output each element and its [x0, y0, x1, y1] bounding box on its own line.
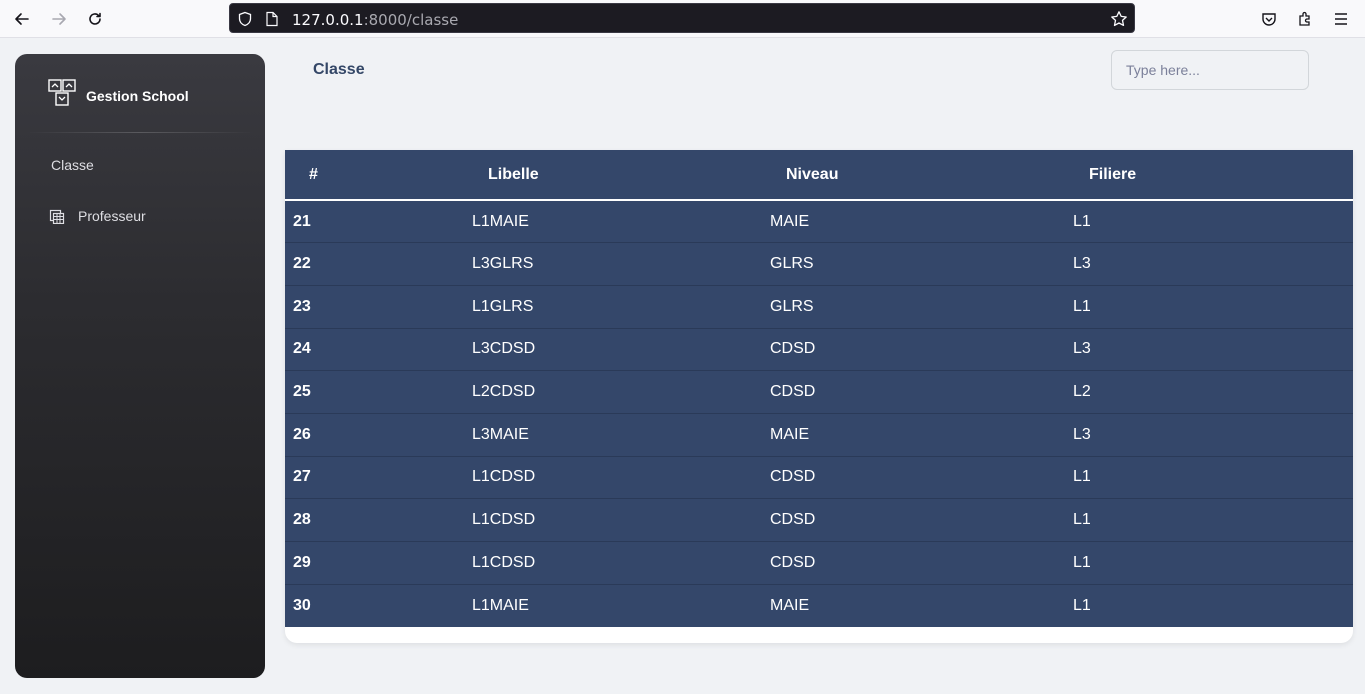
- page-icon: [263, 10, 281, 28]
- cell-niveau: CDSD: [770, 553, 816, 571]
- table-row: 29 L1CDSD CDSD L1: [285, 542, 1353, 585]
- brand[interactable]: Gestion School: [48, 79, 189, 112]
- column-header-niveau: Niveau: [786, 165, 839, 183]
- cell-id: 23: [293, 297, 311, 315]
- sidebar-divider: [25, 132, 255, 133]
- reload-icon[interactable]: [83, 7, 107, 31]
- sidebar-item-label: Professeur: [78, 208, 146, 224]
- table-card: # Libelle Niveau Filiere 21 L1MAIE MAIE L1 2…: [285, 150, 1353, 643]
- cell-id: 25: [293, 383, 311, 401]
- cell-libelle: L3MAIE: [472, 425, 529, 443]
- cell-filiere: L3: [1073, 340, 1091, 358]
- cell-libelle: L1CDSD: [472, 468, 536, 486]
- cell-id: 24: [293, 340, 311, 358]
- cell-id: 30: [293, 596, 311, 614]
- table-row: 25 L2CDSD CDSD L2: [285, 371, 1353, 414]
- sidebar: Gestion School Classe Professeur: [15, 54, 265, 678]
- cell-id: 29: [293, 553, 311, 571]
- cell-libelle: L1CDSD: [472, 553, 536, 571]
- cell-filiere: L1: [1073, 553, 1091, 571]
- bookmark-star-icon[interactable]: [1110, 10, 1128, 28]
- cell-libelle: L2CDSD: [472, 383, 536, 401]
- cell-id: 26: [293, 425, 311, 443]
- cell-filiere: L1: [1073, 297, 1091, 315]
- cell-filiere: L3: [1073, 425, 1091, 443]
- cell-libelle: L3GLRS: [472, 255, 534, 273]
- cell-id: 21: [293, 212, 311, 230]
- sidebar-item-label: Classe: [51, 157, 94, 173]
- cell-id: 27: [293, 468, 311, 486]
- url-bar[interactable]: 127.0.0.1:8000/classe: [229, 3, 1135, 33]
- url-text: 127.0.0.1:8000/classe: [292, 11, 459, 29]
- table-header-row: # Libelle Niveau Filiere: [285, 150, 1353, 200]
- classe-table: # Libelle Niveau Filiere 21 L1MAIE MAIE L1 2…: [285, 150, 1353, 627]
- menu-icon[interactable]: [1329, 7, 1353, 31]
- table-row: 30 L1MAIE MAIE L1: [285, 584, 1353, 627]
- forward-icon[interactable]: [47, 7, 71, 31]
- column-header-filiere: Filiere: [1089, 165, 1137, 183]
- cell-filiere: L1: [1073, 468, 1091, 486]
- table-row: 23 L1GLRS GLRS L1: [285, 285, 1353, 329]
- column-header-id: #: [309, 165, 318, 183]
- browser-toolbar: 127.0.0.1:8000/classe: [0, 0, 1365, 38]
- shield-icon[interactable]: [236, 10, 254, 28]
- cell-filiere: L1: [1073, 212, 1091, 230]
- cell-filiere: L2: [1073, 383, 1091, 401]
- page-title: Classe: [313, 61, 365, 78]
- pocket-icon[interactable]: [1257, 7, 1281, 31]
- cell-libelle: L3CDSD: [472, 340, 536, 358]
- cell-libelle: L1MAIE: [472, 596, 529, 614]
- cell-niveau: MAIE: [770, 596, 810, 614]
- cell-niveau: MAIE: [770, 212, 810, 230]
- cell-niveau: CDSD: [770, 468, 816, 486]
- brand-label: Gestion School: [86, 87, 189, 104]
- table-row: 27 L1CDSD CDSD L1: [285, 456, 1353, 499]
- table-row: 24 L3CDSD CDSD L3: [285, 328, 1353, 371]
- table-row: 22 L3GLRS GLRS L3: [285, 243, 1353, 286]
- table-row: 28 L1CDSD CDSD L1: [285, 499, 1353, 542]
- table-row: 26 L3MAIE MAIE L3: [285, 413, 1353, 457]
- school-logo-icon: [48, 79, 76, 112]
- cell-filiere: L3: [1073, 255, 1091, 273]
- extensions-icon[interactable]: [1293, 7, 1317, 31]
- sidebar-item-professeur[interactable]: Professeur: [48, 207, 146, 225]
- cell-libelle: L1GLRS: [472, 297, 534, 315]
- cell-id: 22: [293, 255, 311, 273]
- cell-filiere: L1: [1073, 511, 1091, 529]
- cell-niveau: GLRS: [770, 255, 814, 273]
- cell-niveau: CDSD: [770, 340, 816, 358]
- cell-niveau: CDSD: [770, 511, 816, 529]
- sidebar-item-classe[interactable]: Classe: [51, 157, 94, 173]
- table-icon: [48, 207, 66, 225]
- cell-niveau: MAIE: [770, 425, 810, 443]
- search-input[interactable]: [1111, 50, 1309, 90]
- cell-niveau: CDSD: [770, 383, 816, 401]
- column-header-libelle: Libelle: [488, 165, 539, 183]
- cell-niveau: GLRS: [770, 297, 814, 315]
- cell-libelle: L1MAIE: [472, 212, 529, 230]
- table-row: 21 L1MAIE MAIE L1: [285, 200, 1353, 243]
- back-icon[interactable]: [10, 7, 34, 31]
- cell-filiere: L1: [1073, 596, 1091, 614]
- cell-id: 28: [293, 511, 311, 529]
- cell-libelle: L1CDSD: [472, 511, 536, 529]
